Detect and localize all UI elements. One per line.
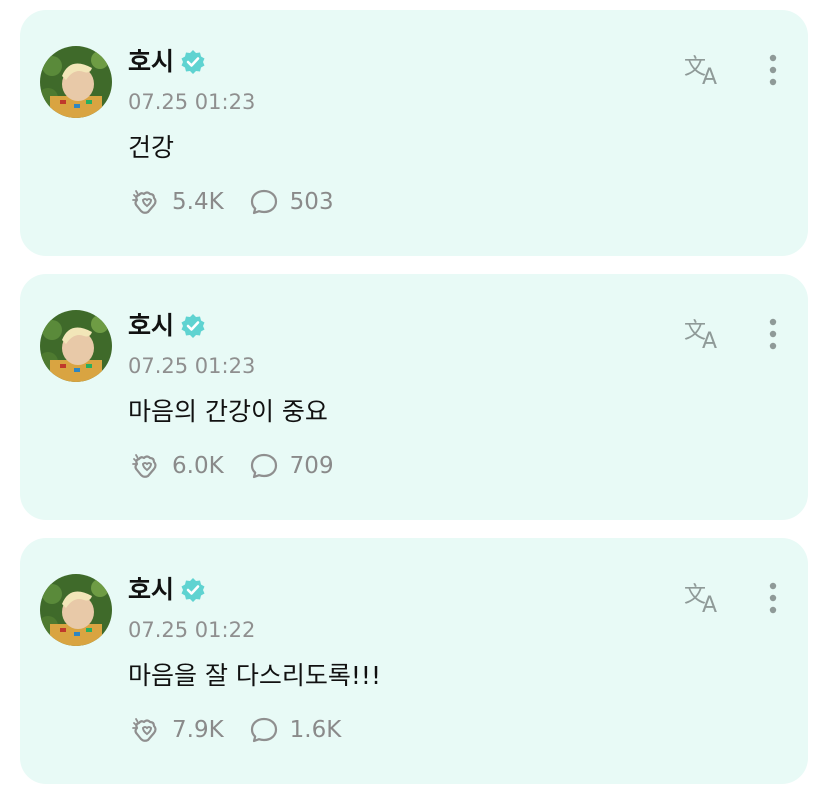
author-row: 호시 [128, 44, 206, 80]
like-count: 6.0K [172, 453, 224, 479]
more-vertical-icon [769, 318, 777, 350]
more-options-button[interactable] [758, 50, 788, 90]
like-count: 7.9K [172, 717, 224, 743]
translate-button[interactable]: 文 A [682, 314, 726, 354]
comment-count: 709 [289, 453, 334, 479]
comment-button[interactable]: 709 [248, 450, 334, 482]
avatar-image [40, 46, 112, 118]
like-button[interactable]: 6.0K [130, 450, 224, 482]
post-stats: 5.4K 503 [130, 182, 358, 222]
comment-button[interactable]: 1.6K [248, 714, 342, 746]
translate-button[interactable]: 文 A [682, 578, 726, 618]
more-options-button[interactable] [758, 314, 788, 354]
speech-bubble-icon [248, 714, 280, 746]
comment-count: 503 [289, 189, 334, 215]
like-count: 5.4K [172, 189, 224, 215]
post-content: 마음의 간강이 중요 [128, 397, 328, 426]
svg-text:A: A [702, 593, 717, 618]
clap-heart-icon [130, 186, 162, 218]
svg-text:A: A [702, 65, 717, 90]
avatar[interactable] [40, 310, 112, 382]
speech-bubble-icon [248, 186, 280, 218]
post-stats: 7.9K 1.6K [130, 710, 365, 750]
post-card[interactable]: 호시 07.25 01:23 건강 5.4K 503 文 A [20, 10, 808, 256]
avatar[interactable] [40, 46, 112, 118]
translate-button[interactable]: 文 A [682, 50, 726, 90]
more-vertical-icon [769, 582, 777, 614]
verified-badge-icon [180, 313, 206, 339]
comment-count: 1.6K [289, 717, 342, 743]
comment-button[interactable]: 503 [248, 186, 334, 218]
post-card[interactable]: 호시 07.25 01:22 마음을 잘 다스리도록!!! 7.9K 1.6K … [20, 538, 808, 784]
speech-bubble-icon [248, 450, 280, 482]
post-card[interactable]: 호시 07.25 01:23 마음의 간강이 중요 6.0K 709 文 A [20, 274, 808, 520]
translate-icon: 文 A [684, 55, 717, 90]
more-options-button[interactable] [758, 578, 788, 618]
clap-heart-icon [130, 714, 162, 746]
author-name[interactable]: 호시 [128, 308, 174, 344]
svg-text:A: A [702, 329, 717, 354]
author-name[interactable]: 호시 [128, 572, 174, 608]
post-content: 건강 [128, 133, 175, 162]
avatar-image [40, 574, 112, 646]
like-button[interactable]: 5.4K [130, 186, 224, 218]
post-content: 마음을 잘 다스리도록!!! [128, 661, 381, 690]
translate-icon: 文 A [684, 583, 717, 618]
verified-badge-icon [180, 49, 206, 75]
author-row: 호시 [128, 308, 206, 344]
verified-badge-icon [180, 577, 206, 603]
translate-icon: 文 A [684, 319, 717, 354]
more-vertical-icon [769, 54, 777, 86]
avatar[interactable] [40, 574, 112, 646]
avatar-image [40, 310, 112, 382]
like-button[interactable]: 7.9K [130, 714, 224, 746]
author-name[interactable]: 호시 [128, 44, 174, 80]
post-time: 07.25 01:23 [128, 354, 256, 378]
post-time: 07.25 01:22 [128, 618, 256, 642]
post-stats: 6.0K 709 [130, 446, 358, 486]
clap-heart-icon [130, 450, 162, 482]
post-time: 07.25 01:23 [128, 90, 256, 114]
author-row: 호시 [128, 572, 206, 608]
